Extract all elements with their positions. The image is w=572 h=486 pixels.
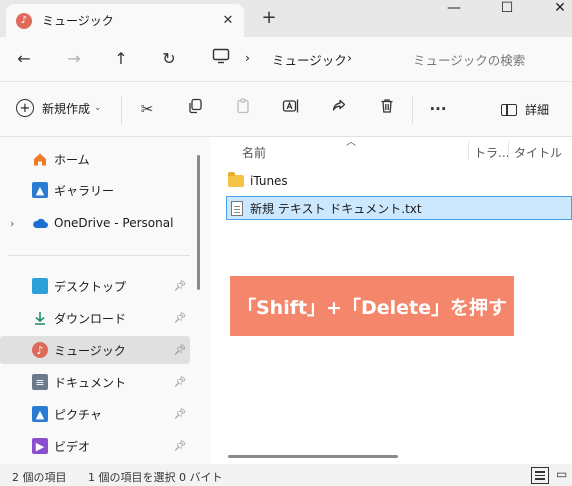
tab-music[interactable]: ♪ ミュージック ✕ (6, 4, 244, 37)
music-icon: ♪ (16, 12, 32, 29)
column-divider[interactable] (468, 141, 469, 161)
desktop-icon (32, 278, 48, 294)
column-divider[interactable] (508, 141, 509, 161)
folder-icon (228, 172, 244, 187)
column-header-name[interactable]: 名前 (242, 144, 266, 161)
tab-bar: ♪ ミュージック ✕ + — ☐ ✕ (0, 0, 572, 37)
new-tab-button[interactable]: + (258, 7, 280, 28)
text-file-icon (231, 200, 243, 216)
sort-caret-icon: ︿ (346, 137, 356, 148)
file-row-text-document[interactable]: 新規 テキスト ドキュメント.txt (226, 196, 572, 220)
sidebar-item-label: デスクトップ (54, 279, 127, 294)
delete-icon[interactable] (376, 98, 398, 120)
sidebar-item-label: ピクチャ (54, 407, 102, 422)
sidebar-item-label: ホーム (54, 152, 90, 167)
item-count: 2 個の項目 (12, 471, 67, 484)
back-arrow-icon[interactable]: ← (12, 47, 36, 71)
chevron-down-icon: ⌄ (94, 103, 102, 113)
instruction-text: 「Shift」+「Delete」を押す (236, 296, 508, 319)
music-icon: ♪ (32, 342, 48, 358)
pin-icon[interactable]: 📌︎ (170, 313, 190, 324)
pictures-icon: ▲ (32, 406, 48, 422)
sidebar-item-onedrive[interactable]: OneDrive - Personal (0, 209, 190, 237)
home-icon (32, 151, 48, 167)
command-bar: + 新規作成 ⌄ ✂ ··· 詳細 (0, 82, 572, 137)
sidebar-item-label: ドキュメント (54, 375, 127, 390)
breadcrumb-separator-end[interactable]: › (347, 50, 352, 65)
selection-info: 1 個の項目を選択 0 バイト (88, 471, 223, 484)
file-name: 新規 テキスト ドキュメント.txt (250, 201, 422, 216)
address-bar: ← → ↑ ↻ › ミュージック › ミュージックの検索 (0, 37, 572, 82)
horizontal-scrollbar[interactable] (228, 455, 398, 458)
new-button-label: 新規作成 (42, 101, 91, 116)
sidebar-scrollbar[interactable] (197, 155, 200, 290)
forward-arrow-icon[interactable]: → (62, 47, 86, 71)
sidebar-item-home[interactable]: ホーム (0, 145, 190, 173)
sidebar-item-label: ビデオ (54, 439, 91, 454)
sidebar-item-label: ギャラリー (54, 183, 115, 198)
tab-title: ミュージック (42, 14, 114, 28)
pin-icon[interactable]: 📌︎ (170, 281, 190, 292)
cut-icon[interactable]: ✂ (136, 98, 158, 120)
onedrive-icon (32, 215, 48, 231)
close-window-button[interactable]: ✕ (548, 0, 572, 20)
status-bar: 2 個の項目 1 個の項目を選択 0 バイト ▭ (0, 464, 572, 486)
sidebar-item-videos[interactable]: ▶ ビデオ 📌︎ (0, 432, 190, 460)
tiles-view-icon[interactable]: ▭ (556, 467, 567, 481)
plus-icon: + (16, 99, 34, 117)
tab-close-button[interactable]: ✕ (218, 13, 238, 28)
sidebar-item-pictures[interactable]: ▲ ピクチャ 📌︎ (0, 400, 190, 428)
breadcrumb-separator[interactable]: › (245, 50, 250, 65)
sidebar-item-music[interactable]: ♪ ミュージック 📌︎ (0, 336, 190, 364)
pin-icon[interactable]: 📌︎ (170, 377, 190, 388)
instruction-callout: 「Shift」+「Delete」を押す (230, 276, 514, 336)
maximize-button[interactable]: ☐ (495, 0, 519, 20)
file-row-folder[interactable]: iTunes (226, 169, 572, 193)
share-icon[interactable] (328, 98, 350, 120)
pin-icon[interactable]: 📌︎ (170, 441, 190, 452)
documents-icon: ≡ (32, 374, 48, 390)
sidebar-item-documents[interactable]: ≡ ドキュメント 📌︎ (0, 368, 190, 396)
details-button[interactable]: 詳細 (501, 101, 549, 118)
more-options-icon[interactable]: ··· (427, 98, 449, 120)
videos-icon: ▶ (32, 438, 48, 454)
breadcrumb-location[interactable]: ミュージック (272, 50, 347, 69)
up-arrow-icon[interactable]: ↑ (109, 47, 133, 71)
pin-icon[interactable]: 📌︎ (170, 345, 190, 356)
details-label: 詳細 (525, 103, 550, 117)
search-input[interactable]: ミュージックの検索 (413, 50, 525, 69)
rename-icon[interactable] (280, 98, 302, 120)
column-header-track[interactable]: トラ... (474, 144, 509, 161)
sidebar-item-label: OneDrive - Personal (54, 216, 174, 230)
sidebar-item-gallery[interactable]: ▲ ギャラリー (0, 176, 190, 204)
sidebar-item-desktop[interactable]: デスクトップ 📌︎ (0, 272, 190, 300)
minimize-button[interactable]: — (442, 0, 466, 20)
sidebar-item-label: ミュージック (54, 343, 126, 358)
navigation-pane: ホーム ▲ ギャラリー › OneDrive - Personal デスクトップ… (0, 137, 210, 464)
new-button[interactable]: + 新規作成 ⌄ (16, 99, 102, 117)
details-pane-icon (501, 103, 517, 116)
gallery-icon: ▲ (32, 182, 48, 198)
refresh-icon[interactable]: ↻ (157, 47, 181, 71)
download-icon (32, 310, 48, 326)
divider (121, 96, 122, 124)
sidebar-item-downloads[interactable]: ダウンロード 📌︎ (0, 304, 190, 332)
pin-icon[interactable]: 📌︎ (170, 409, 190, 420)
copy-icon[interactable] (184, 98, 206, 120)
details-view-icon[interactable] (531, 467, 549, 484)
column-header-title[interactable]: タイトル (514, 144, 562, 161)
file-name: iTunes (250, 174, 288, 188)
sidebar-item-label: ダウンロード (54, 311, 127, 326)
divider (412, 96, 413, 124)
divider (8, 255, 190, 256)
this-pc-icon[interactable] (209, 47, 233, 71)
paste-icon[interactable] (232, 98, 254, 120)
